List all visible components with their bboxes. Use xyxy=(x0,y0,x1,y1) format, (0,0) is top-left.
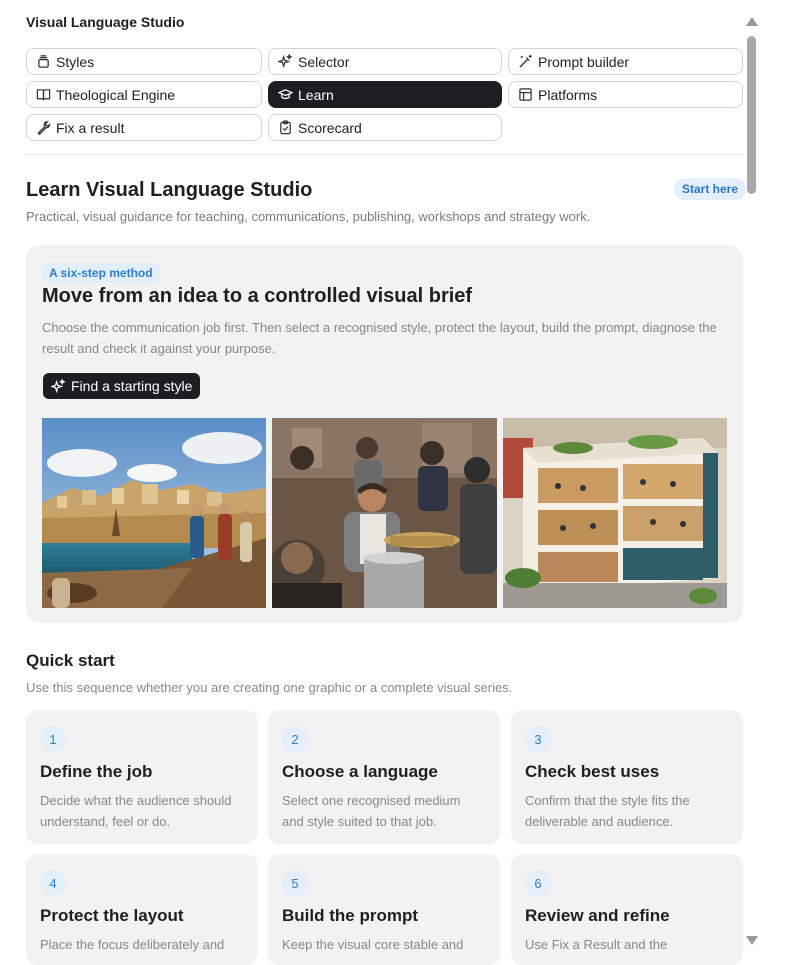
divider xyxy=(26,154,743,155)
step-title: Define the job xyxy=(40,762,153,781)
step-description: Use Fix a Result and the xyxy=(525,937,668,952)
step-title: Review and refine xyxy=(525,906,670,925)
step-card: 4 Protect the layout Place the focus del… xyxy=(26,854,258,965)
step-description: Confirm that the style fits the delivera… xyxy=(525,793,690,829)
step-description: Place the focus deliberately and xyxy=(40,937,225,952)
step-number: 2 xyxy=(282,726,308,752)
nav-label: Scorecard xyxy=(298,119,362,136)
scroll-down-arrow-icon[interactable] xyxy=(746,936,758,945)
nav-grid: Styles Selector Prompt builder Theologic… xyxy=(26,48,743,141)
quickstart-subtitle: Use this sequence whether you are creati… xyxy=(26,680,513,695)
step-title: Protect the layout xyxy=(40,906,184,925)
step-card: 2 Choose a language Select one recognise… xyxy=(268,710,500,844)
step-card: 6 Review and refine Use Fix a Result and… xyxy=(511,854,743,965)
nav-styles[interactable]: Styles xyxy=(26,48,262,75)
step-number: 5 xyxy=(282,870,308,896)
hero-title: Move from an idea to a controlled visual… xyxy=(42,285,473,307)
scrollbar[interactable] xyxy=(745,14,759,950)
magic-wand-icon xyxy=(517,54,533,70)
nav-label: Styles xyxy=(56,53,95,70)
page-title: Learn Visual Language Studio xyxy=(26,179,313,201)
nav-scorecard[interactable]: Scorecard xyxy=(268,114,502,141)
step-card: 5 Build the prompt Keep the visual core … xyxy=(268,854,500,965)
step-title: Choose a language xyxy=(282,762,438,781)
layout-icon xyxy=(517,87,533,103)
quickstart-title: Quick start xyxy=(26,651,115,670)
app-viewport: Visual Language Studio Styles Selector P… xyxy=(0,0,785,965)
nav-fix-a-result[interactable]: Fix a result xyxy=(26,114,262,141)
clipboard-check-icon xyxy=(277,120,293,136)
hero-badge: A six-step method xyxy=(42,263,160,283)
cta-label: Find a starting style xyxy=(71,378,193,394)
nav-platforms[interactable]: Platforms xyxy=(508,81,743,108)
nav-label: Platforms xyxy=(538,86,598,103)
step-card: 3 Check best uses Confirm that the style… xyxy=(511,710,743,844)
nav-theological-engine[interactable]: Theological Engine xyxy=(26,81,262,108)
cutaway-building-image xyxy=(503,418,727,608)
ancient-harbour-image xyxy=(42,418,266,608)
nav-label: Prompt builder xyxy=(538,53,630,70)
step-title: Check best uses xyxy=(525,762,660,781)
nav-label: Theological Engine xyxy=(56,86,176,103)
step-number: 1 xyxy=(40,726,66,752)
nav-label: Fix a result xyxy=(56,119,125,136)
scrollbar-thumb[interactable] xyxy=(747,36,756,194)
graduation-cap-icon xyxy=(277,87,293,103)
step-description: Select one recognised medium and style s… xyxy=(282,793,461,829)
step-number: 4 xyxy=(40,870,66,896)
step-card: 1 Define the job Decide what the audienc… xyxy=(26,710,258,844)
step-number: 6 xyxy=(525,870,551,896)
nav-selector[interactable]: Selector xyxy=(268,48,502,75)
sparkles-icon xyxy=(51,378,66,394)
step-title: Build the prompt xyxy=(282,906,418,925)
step-description: Keep the visual core stable and xyxy=(282,937,464,952)
hero-description: Choose the communication job first. Then… xyxy=(42,320,717,356)
step-description: Decide what the audience should understa… xyxy=(40,793,232,829)
community-kitchen-image xyxy=(272,418,497,608)
start-here-badge: Start here xyxy=(674,178,747,200)
layers-icon xyxy=(35,54,51,70)
nav-learn[interactable]: Learn xyxy=(268,81,502,108)
wrench-icon xyxy=(35,120,51,136)
nav-label: Learn xyxy=(298,86,334,103)
scroll-up-arrow-icon[interactable] xyxy=(746,17,758,26)
app-title: Visual Language Studio xyxy=(26,14,185,30)
book-open-icon xyxy=(35,87,51,103)
find-starting-style-button[interactable]: Find a starting style xyxy=(43,373,201,399)
page-subtitle: Practical, visual guidance for teaching,… xyxy=(26,209,591,224)
hero-card: A six-step method Move from an idea to a… xyxy=(26,245,743,623)
sparkles-icon xyxy=(277,54,293,70)
nav-prompt-builder[interactable]: Prompt builder xyxy=(508,48,743,75)
nav-label: Selector xyxy=(298,53,350,70)
step-number: 3 xyxy=(525,726,551,752)
